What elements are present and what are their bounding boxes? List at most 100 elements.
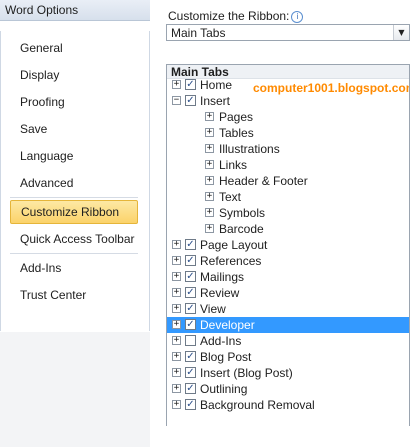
window-titlebar: Word Options — [0, 0, 150, 21]
checkbox-checked-icon[interactable]: ✓ — [185, 255, 196, 266]
expand-icon[interactable]: + — [172, 368, 181, 377]
tree-row-label: Illustrations — [219, 142, 280, 156]
tree-row-label: Mailings — [200, 270, 245, 284]
tree-row-blog-post[interactable]: + ✓ Blog Post — [167, 349, 409, 365]
expand-icon[interactable]: + — [172, 400, 181, 409]
tree-row-mailings[interactable]: + ✓ Mailings — [167, 269, 409, 285]
tree-row-references[interactable]: + ✓ References — [167, 253, 409, 269]
nav-divider — [10, 253, 138, 254]
customize-ribbon-label-text: Customize the Ribbon: — [168, 9, 290, 23]
nav-item-advanced[interactable]: Advanced — [10, 171, 138, 195]
tree-row-add-ins[interactable]: + Add-Ins — [167, 333, 409, 349]
nav-left-border — [0, 31, 1, 331]
ribbon-tabs-dropdown[interactable]: Main Tabs ▼ — [166, 24, 410, 41]
expand-icon[interactable]: + — [172, 80, 181, 89]
checkbox-checked-icon[interactable]: ✓ — [185, 399, 196, 410]
expand-icon[interactable]: + — [172, 304, 181, 313]
expand-icon[interactable]: + — [172, 288, 181, 297]
tree-row-symbols[interactable]: + Symbols — [167, 205, 409, 221]
checkbox-checked-icon[interactable]: ✓ — [185, 351, 196, 362]
info-icon[interactable]: i — [291, 11, 304, 23]
nav-divider — [10, 197, 138, 198]
expand-icon[interactable]: + — [205, 128, 214, 137]
expand-icon[interactable]: + — [205, 176, 214, 185]
expand-icon[interactable]: + — [172, 384, 181, 393]
tree-row-tables[interactable]: + Tables — [167, 125, 409, 141]
expand-icon[interactable]: + — [205, 224, 214, 233]
expand-icon[interactable]: + — [172, 352, 181, 361]
chevron-down-icon[interactable]: ▼ — [393, 25, 409, 40]
tree-row-label: Pages — [219, 110, 254, 124]
tree-row-developer[interactable]: + ✓ Developer — [167, 317, 409, 333]
tree-row-page-layout[interactable]: + ✓ Page Layout — [167, 237, 409, 253]
tree-row-background-removal[interactable]: + ✓ Background Removal — [167, 397, 409, 413]
checkbox-checked-icon[interactable]: ✓ — [185, 239, 196, 250]
tree-row-home[interactable]: + ✓ Home — [167, 77, 409, 93]
tree-row-label: Home — [200, 78, 233, 92]
tree-row-label: Background Removal — [200, 398, 315, 412]
expand-icon[interactable]: + — [205, 112, 214, 121]
nav-item-proofing[interactable]: Proofing — [10, 90, 138, 114]
tree-row-label: Barcode — [219, 222, 264, 236]
window-title: Word Options — [5, 3, 79, 17]
nav-item-general[interactable]: General — [10, 36, 138, 60]
nav-item-customize-ribbon[interactable]: Customize Ribbon — [10, 200, 138, 224]
expand-icon[interactable]: + — [205, 192, 214, 201]
expand-icon[interactable]: + — [172, 240, 181, 249]
tree-row-label: Outlining — [200, 382, 248, 396]
tree-row-label: Blog Post — [200, 350, 252, 364]
expand-icon[interactable]: + — [172, 336, 181, 345]
nav-item-trust-center[interactable]: Trust Center — [10, 283, 138, 307]
expand-icon[interactable]: + — [205, 160, 214, 169]
options-nav: General Display Proofing Save Language A… — [0, 21, 150, 447]
collapse-icon[interactable]: − — [172, 96, 181, 105]
checkbox-checked-icon[interactable]: ✓ — [185, 287, 196, 298]
tree-row-links[interactable]: + Links — [167, 157, 409, 173]
checkbox-checked-icon[interactable]: ✓ — [185, 271, 196, 282]
nav-item-display[interactable]: Display — [10, 63, 138, 87]
expand-icon[interactable]: + — [172, 272, 181, 281]
nav-item-language[interactable]: Language — [10, 144, 138, 168]
checkbox-checked-icon[interactable]: ✓ — [185, 319, 196, 330]
tree-row-label: References — [200, 254, 262, 268]
tree-row-label: Links — [219, 158, 248, 172]
ribbon-tabs-tree[interactable]: Main Tabs computer1001.blogspot.com + ✓ … — [166, 64, 410, 426]
expand-icon[interactable]: + — [172, 320, 181, 329]
tree-row-label: Insert — [200, 94, 231, 108]
expand-icon[interactable]: + — [205, 144, 214, 153]
tree-row-illustrations[interactable]: + Illustrations — [167, 141, 409, 157]
tree-row-label: Text — [219, 190, 242, 204]
checkbox-checked-icon[interactable]: ✓ — [185, 79, 196, 90]
tree-row-text[interactable]: + Text — [167, 189, 409, 205]
tree-row-outlining[interactable]: + ✓ Outlining — [167, 381, 409, 397]
tree-row-label: Tables — [219, 126, 254, 140]
tree-row-label: Insert (Blog Post) — [200, 366, 293, 380]
tree-row-review[interactable]: + ✓ Review — [167, 285, 409, 301]
tree-row-insert[interactable]: − ✓ Insert — [167, 93, 409, 109]
tree-row-view[interactable]: + ✓ View — [167, 301, 409, 317]
tree-row-label: Add-Ins — [200, 334, 242, 348]
nav-lower-area — [0, 332, 150, 447]
checkbox-checked-icon[interactable]: ✓ — [185, 367, 196, 378]
checkbox-checked-icon[interactable]: ✓ — [185, 95, 196, 106]
tree-row-label: Symbols — [219, 206, 266, 220]
expand-icon[interactable]: + — [205, 208, 214, 217]
customize-ribbon-label: Customize the Ribbon: i — [168, 9, 304, 23]
tree-row-insert-blog-post[interactable]: + ✓ Insert (Blog Post) — [167, 365, 409, 381]
checkbox-unchecked-icon[interactable] — [185, 335, 196, 346]
tree-row-label: Developer — [200, 318, 255, 332]
nav-item-save[interactable]: Save — [10, 117, 138, 141]
dropdown-value: Main Tabs — [171, 26, 226, 40]
tree-row-pages[interactable]: + Pages — [167, 109, 409, 125]
tree-row-label: View — [200, 302, 226, 316]
checkbox-checked-icon[interactable]: ✓ — [185, 303, 196, 314]
tree-row-header-footer[interactable]: + Header & Footer — [167, 173, 409, 189]
nav-item-add-ins[interactable]: Add-Ins — [10, 256, 138, 280]
tree-row-barcode[interactable]: + Barcode — [167, 221, 409, 237]
tree-row-label: Header & Footer — [219, 174, 308, 188]
tree-row-label: Review — [200, 286, 240, 300]
nav-right-border — [149, 31, 150, 331]
nav-item-quick-access-toolbar[interactable]: Quick Access Toolbar — [10, 227, 138, 251]
expand-icon[interactable]: + — [172, 256, 181, 265]
checkbox-checked-icon[interactable]: ✓ — [185, 383, 196, 394]
